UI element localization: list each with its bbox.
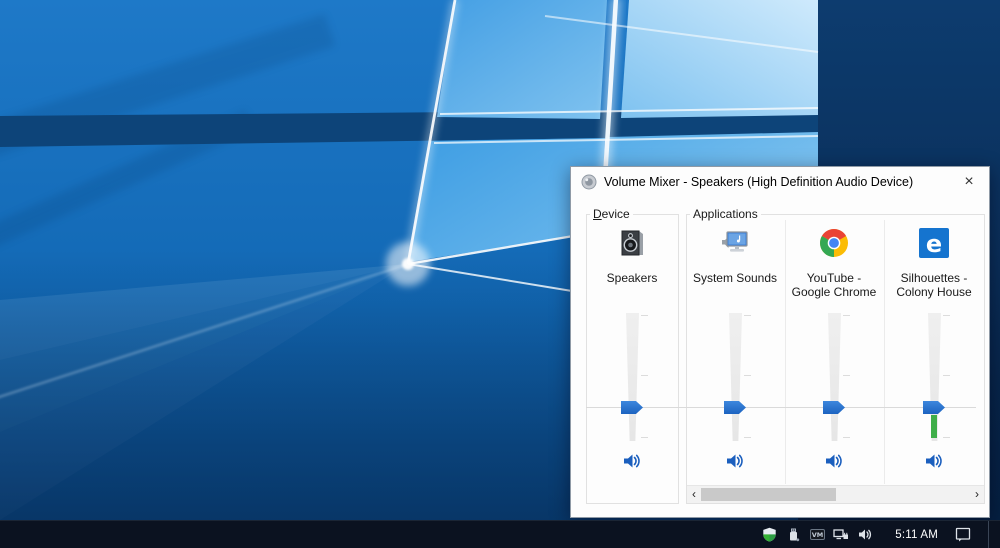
slider-tick	[943, 437, 950, 438]
slider-tick	[843, 315, 850, 316]
mute-button-chrome[interactable]	[823, 451, 845, 473]
scroll-right-button[interactable]: ›	[970, 486, 984, 503]
channel-edge: e Silhouettes - Colony House	[885, 219, 983, 485]
volume-slider-chrome[interactable]	[785, 313, 883, 443]
volume-mixer-window: Volume Mixer - Speakers (High Definition…	[570, 166, 990, 518]
safely-remove-hardware-icon[interactable]	[785, 527, 801, 543]
slider-thumb[interactable]	[621, 401, 643, 414]
channel-label: Speakers	[583, 271, 681, 285]
volume-slider-speakers[interactable]	[583, 313, 681, 443]
mute-button-edge[interactable]	[923, 451, 945, 473]
system-sounds-icon	[719, 227, 751, 259]
network-icon[interactable]	[833, 527, 849, 543]
show-desktop-button[interactable]	[988, 521, 996, 548]
channel-label: Silhouettes - Colony House	[885, 271, 983, 299]
mute-button-speakers[interactable]	[621, 451, 643, 473]
volume-mixer-app-icon	[581, 174, 597, 190]
windows-defender-icon[interactable]	[761, 527, 777, 543]
slider-thumb[interactable]	[724, 401, 746, 414]
volume-slider-edge[interactable]	[885, 313, 983, 443]
close-button[interactable]: ×	[957, 171, 981, 193]
speakers-device-icon	[616, 227, 648, 259]
svg-text:e: e	[926, 230, 942, 258]
system-tray: VM 5:11 AM	[761, 521, 1000, 548]
applications-group-label: Applications	[690, 207, 761, 221]
applications-scrollbar[interactable]: ‹ ›	[687, 485, 984, 503]
slider-guide-line	[586, 407, 976, 408]
window-title: Volume Mixer - Speakers (High Definition…	[604, 175, 913, 189]
slider-tick	[943, 375, 950, 376]
scroll-left-button[interactable]: ‹	[687, 486, 701, 503]
slider-tick	[641, 375, 648, 376]
mute-button-system-sounds[interactable]	[724, 451, 746, 473]
title-bar[interactable]: Volume Mixer - Speakers (High Definition…	[571, 167, 989, 197]
slider-tick	[744, 315, 751, 316]
peak-meter	[931, 415, 937, 438]
device-group-label: Device	[590, 207, 633, 221]
volume-slider-system-sounds[interactable]	[686, 313, 784, 443]
scrollbar-thumb[interactable]	[701, 488, 836, 501]
slider-tick	[843, 375, 850, 376]
slider-tick	[744, 437, 751, 438]
slider-tick	[943, 315, 950, 316]
svg-text:VM: VM	[812, 531, 824, 539]
slider-tick	[641, 315, 648, 316]
google-chrome-icon	[818, 227, 850, 259]
taskbar-clock[interactable]: 5:11 AM	[881, 529, 947, 541]
vmware-tools-icon[interactable]: VM	[809, 527, 825, 543]
volume-tray-icon[interactable]	[857, 527, 873, 543]
slider-tick	[843, 437, 850, 438]
channel-chrome: YouTube - Google Chrome	[785, 219, 883, 485]
slider-thumb[interactable]	[923, 401, 945, 414]
taskbar[interactable]: VM 5:11 AM	[0, 520, 1000, 548]
slider-track[interactable]	[828, 313, 841, 441]
slider-thumb[interactable]	[823, 401, 845, 414]
slider-tick	[641, 437, 648, 438]
microsoft-edge-icon: e	[918, 227, 950, 259]
channel-system-sounds: System Sounds	[686, 219, 784, 485]
action-center-icon[interactable]	[955, 527, 972, 543]
channel-label: System Sounds	[686, 271, 784, 285]
slider-track[interactable]	[626, 313, 639, 441]
channel-speakers: Speakers	[583, 219, 681, 485]
channel-label: YouTube - Google Chrome	[785, 271, 883, 299]
slider-tick	[744, 375, 751, 376]
slider-track[interactable]	[729, 313, 742, 441]
